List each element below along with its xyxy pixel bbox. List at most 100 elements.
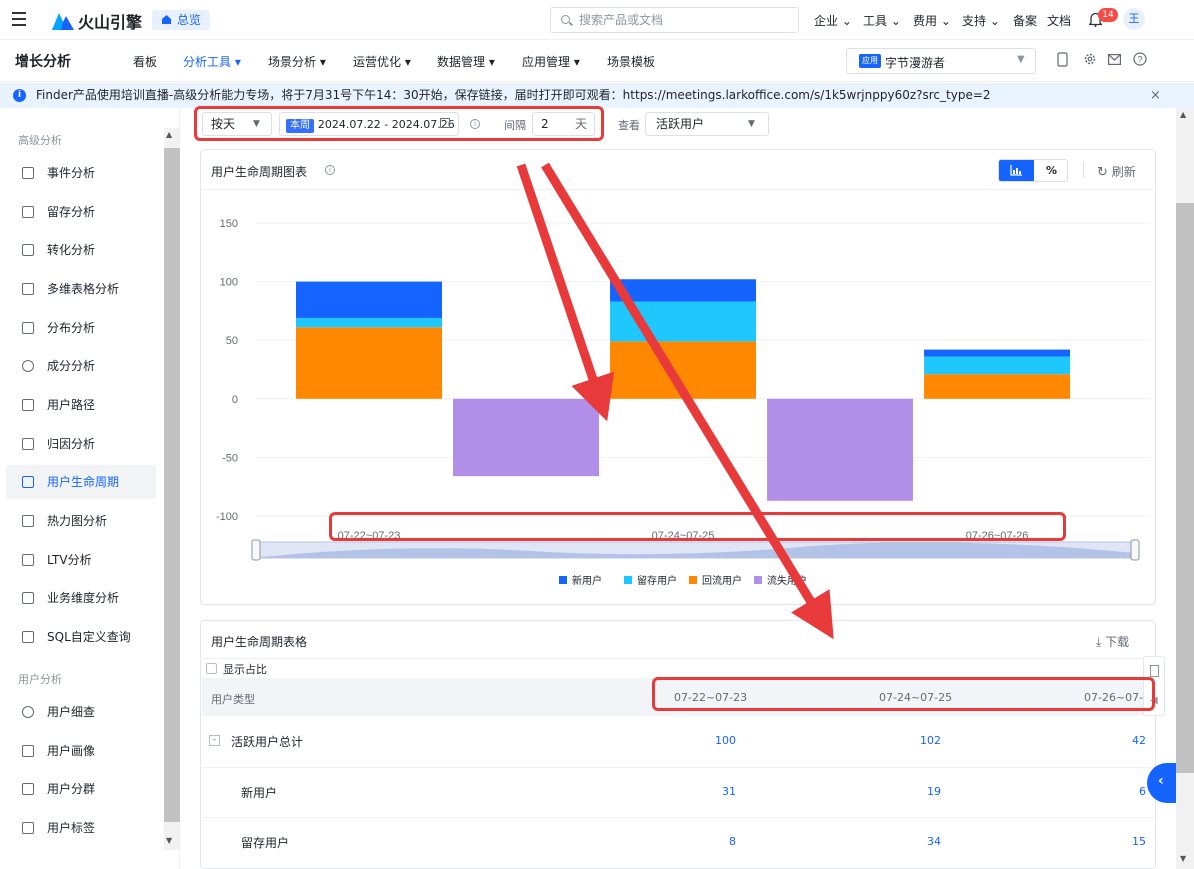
tab-scenario-templates[interactable]: 场景模板 — [607, 53, 655, 70]
tab-analysis-tools[interactable]: 分析工具 ▾ — [183, 53, 241, 70]
funnel-icon — [22, 244, 34, 256]
nav-support[interactable]: 支持 ⌄ — [962, 12, 1000, 29]
refresh-button[interactable]: ↻ 刷新 — [1097, 163, 1136, 180]
table-icon — [22, 283, 34, 295]
sidebar-item-user-lookup[interactable]: 用户细查 — [6, 695, 156, 729]
cell-value[interactable]: 31 — [686, 785, 736, 798]
sidebar-item-distribution[interactable]: 分布分析 — [6, 311, 156, 345]
bar-chart-mode-button[interactable] — [999, 160, 1034, 181]
search-input[interactable]: 搜索产品或文档 — [550, 7, 799, 33]
refresh-icon: ↻ — [1097, 165, 1108, 180]
sidebar-item-attribution[interactable]: 归因分析 — [6, 427, 156, 461]
download-icon: ⤓ — [1096, 635, 1102, 649]
tab-dashboard[interactable]: 看板 — [133, 53, 157, 70]
document-icon[interactable] — [1150, 665, 1159, 677]
avatar[interactable]: 王 — [1123, 8, 1145, 30]
view-label: 查看 — [618, 119, 640, 132]
cell-value[interactable]: 42 — [1096, 734, 1146, 747]
cell-value[interactable]: 102 — [891, 734, 941, 747]
sidebar-scrollbar-thumb[interactable] — [164, 148, 180, 822]
hamburger-menu-icon[interactable] — [10, 8, 32, 30]
nav-enterprise[interactable]: 企业 ⌄ — [814, 12, 852, 29]
mail-icon[interactable] — [1108, 54, 1121, 65]
sidebar-group-user: 用户分析 — [18, 673, 62, 686]
annotation-box-table-columns — [652, 677, 1155, 711]
show-ratio-checkbox[interactable] — [206, 663, 217, 674]
nav-billing[interactable]: 费用 ⌄ — [913, 12, 951, 29]
search-icon — [561, 15, 570, 24]
bar-新用户 — [924, 349, 1071, 357]
mobile-icon[interactable] — [1057, 52, 1068, 67]
show-ratio-label: 显示占比 — [223, 663, 267, 676]
view-select[interactable]: 活跃用户 ▼ — [645, 112, 769, 136]
cell-value[interactable]: 6 — [1096, 785, 1146, 798]
download-button[interactable]: ⤓ 下载 — [1096, 633, 1129, 650]
sidebar-item-multi-table[interactable]: 多维表格分析 — [6, 272, 156, 306]
cell-value[interactable]: 19 — [891, 785, 941, 798]
sidebar-item-composition[interactable]: 成分分析 — [6, 349, 156, 383]
annotation-box-filters — [194, 106, 604, 141]
tab-data-management[interactable]: 数据管理 ▾ — [437, 53, 495, 70]
scroll-down-icon[interactable]: ▼ — [166, 836, 172, 845]
legend-swatch — [754, 576, 762, 584]
chart-card-header: 用户生命周期图表 i % ↻ 刷新 — [201, 150, 1155, 190]
tag-icon — [22, 822, 34, 834]
zoom-slider-handle-right — [1130, 539, 1140, 561]
scroll-up-icon[interactable]: ▲ — [166, 130, 172, 139]
collapse-icon[interactable]: - — [209, 735, 220, 746]
legend-label: 留存用户 — [637, 574, 677, 587]
sidebar-item-retention[interactable]: 留存分析 — [6, 195, 156, 229]
sidebar-item-heatmap[interactable]: 热力图分析 — [6, 504, 156, 538]
bar-新用户 — [610, 279, 757, 302]
sidebar-item-lifecycle[interactable]: 用户生命周期 — [6, 465, 156, 499]
info-icon: i — [13, 89, 26, 102]
nav-docs[interactable]: 文档 — [1047, 12, 1071, 29]
page-scrollbar-thumb[interactable] — [1176, 203, 1194, 773]
nav-filing[interactable]: 备案 — [1013, 12, 1037, 29]
sidebar-item-event-analysis[interactable]: 事件分析 — [6, 156, 156, 190]
sql-icon — [22, 631, 34, 643]
table-title: 用户生命周期表格 — [211, 635, 308, 649]
app-selector[interactable]: 应用 字节漫游者 ▼ — [846, 48, 1036, 74]
bar-流失用户 — [453, 398, 600, 477]
view-value: 活跃用户 — [656, 117, 705, 131]
percent-mode-button[interactable]: % — [1034, 160, 1067, 181]
scroll-down-icon[interactable]: ▼ — [1180, 854, 1186, 863]
cell-value[interactable]: 100 — [686, 734, 736, 747]
scroll-up-icon[interactable]: ▲ — [1180, 110, 1186, 119]
cell-value[interactable]: 34 — [891, 835, 941, 848]
sidebar-item-sql[interactable]: SQL自定义查询 — [6, 620, 156, 654]
sidebar-item-business-dimension[interactable]: 业务维度分析 — [6, 581, 156, 615]
column-header-user-type: 用户类型 — [211, 693, 255, 706]
sidebar-item-user-segment[interactable]: 用户分群 — [6, 772, 156, 806]
sidebar-group-advanced: 高级分析 — [18, 134, 62, 147]
row-label: 活跃用户总计 — [231, 735, 304, 749]
bar-留存用户 — [924, 356, 1071, 375]
overview-button[interactable]: 总览 — [152, 10, 210, 30]
tab-app-management[interactable]: 应用管理 ▾ — [522, 53, 580, 70]
gear-icon[interactable] — [1083, 52, 1097, 66]
info-icon[interactable]: i — [325, 165, 335, 175]
display-mode-toggle[interactable]: % — [998, 159, 1068, 182]
sidebar-item-user-path[interactable]: 用户路径 — [6, 388, 156, 422]
nav-tools[interactable]: 工具 ⌄ — [863, 12, 901, 29]
tab-ops-optimization[interactable]: 运营优化 ▾ — [353, 53, 411, 70]
table-row: - 活跃用户总计 100 102 42 — [202, 717, 1155, 767]
divider — [202, 658, 1155, 659]
sidebar-item-conversion[interactable]: 转化分析 — [6, 233, 156, 267]
sidebar-item-user-portrait[interactable]: 用户画像 — [6, 734, 156, 768]
cell-value[interactable]: 15 — [1096, 835, 1146, 848]
legend-swatch — [689, 576, 697, 584]
table-row: 新用户 31 19 6 — [202, 768, 1155, 818]
help-icon[interactable]: ? — [1133, 52, 1147, 66]
path-icon — [22, 399, 34, 411]
sidebar-item-user-tag[interactable]: 用户标签 — [6, 811, 156, 845]
user-lookup-icon — [22, 706, 34, 718]
legend-label: 回流用户 — [702, 574, 742, 587]
row-label: 新用户 — [241, 786, 278, 800]
cell-value[interactable]: 8 — [686, 835, 736, 848]
sidebar-item-ltv[interactable]: LTV分析 — [6, 543, 156, 577]
tab-scenario-analysis[interactable]: 场景分析 ▾ — [268, 53, 326, 70]
close-icon[interactable]: × — [1150, 83, 1161, 108]
home-icon — [162, 15, 171, 24]
